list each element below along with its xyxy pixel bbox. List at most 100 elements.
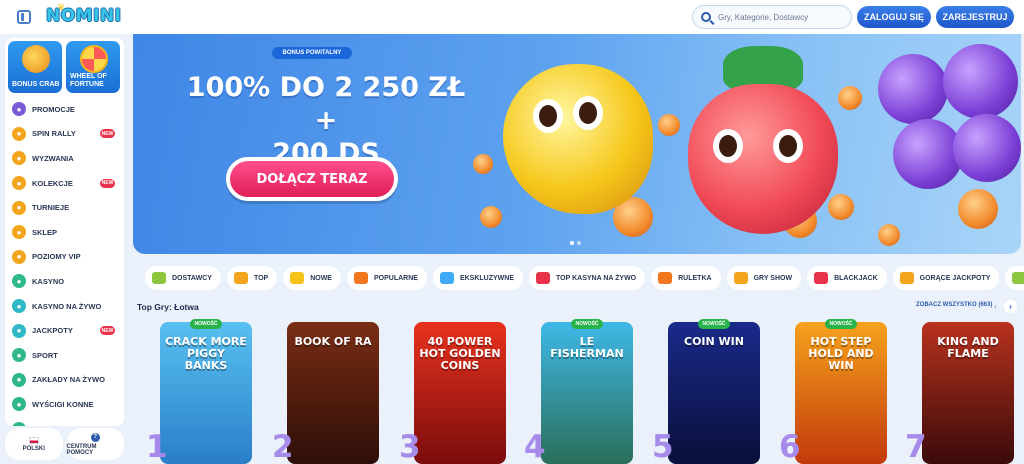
category-chip[interactable]: NOWE	[283, 266, 341, 290]
sidebar-item[interactable]: ● KOLEKCJE NEW	[5, 171, 124, 196]
search-input[interactable]	[718, 12, 838, 22]
game-title: 40 POWER HOT GOLDEN COINS	[419, 335, 501, 372]
eye-icon	[573, 96, 603, 130]
game-tile[interactable]: HOT STEP HOLD AND WIN	[795, 322, 887, 464]
sidebar-item[interactable]: ● ZAKŁADY NA ŻYWO	[5, 368, 124, 393]
game-tile[interactable]: BOOK OF RA	[287, 322, 379, 464]
sidebar-item[interactable]: ● KASYNO NA ŻYWO	[5, 294, 124, 319]
sidebar-item[interactable]: ● PROMOCJE	[5, 97, 124, 122]
sidebar-item-label: KASYNO	[32, 276, 65, 286]
see-all-link[interactable]: ZOBACZ WSZYSTKO (663)	[916, 302, 992, 308]
coin-icon	[878, 224, 900, 246]
rank-number: 6	[779, 429, 801, 464]
eye-icon	[773, 129, 803, 163]
search-box[interactable]	[692, 5, 852, 29]
sidebar-item[interactable]: ● WYZWANIA	[5, 146, 124, 171]
new-badge: NEW	[100, 326, 115, 336]
sidebar-item[interactable]: ● SPORTY WIRTUALNE	[5, 417, 124, 426]
language-button[interactable]: POLSKI	[5, 428, 63, 460]
game-title: CRACK MORE PIGGY BANKS	[165, 335, 247, 372]
top-header: ♛ NOMINI ZALOGUJ SIĘ ZAREJESTRUJ	[0, 0, 1024, 34]
welcome-banner[interactable]: BONUS POWITALNY 100% DO 2 250 ZŁ + 200 D…	[133, 34, 1021, 254]
sidebar-item-label: KASYNO NA ŻYWO	[32, 301, 102, 311]
help-center-button[interactable]: ? CENTRUM POMOCY	[66, 428, 124, 460]
sidebar-item[interactable]: ● JACKPOTY NEW	[5, 318, 124, 343]
login-button[interactable]: ZALOGUJ SIĘ	[857, 6, 931, 28]
carousel-dot[interactable]	[570, 241, 574, 245]
sidebar-item[interactable]: ● WYŚCIGI KONNE	[5, 392, 124, 417]
sidebar-item[interactable]: ● TURNIEJE	[5, 195, 124, 220]
category-label: POPULARNE	[373, 274, 418, 282]
category-chip[interactable]: GRY SHOW	[726, 266, 802, 290]
category-chip[interactable]: TOP KASYNA NA ŻYWO	[529, 266, 646, 290]
crab-icon	[22, 45, 50, 73]
new-badge: NOWOŚĆ	[190, 319, 222, 329]
slots-icon	[1012, 272, 1024, 284]
category-chip[interactable]: DOSTAWCY	[145, 266, 221, 290]
section-title: Top Gry: Łotwa	[137, 302, 199, 312]
lemon-character	[503, 64, 653, 214]
chevron-right-icon[interactable]: ›	[1004, 300, 1017, 313]
tile-label-line: BONUS CRAB	[12, 81, 60, 88]
live-bets-icon: ●	[12, 372, 26, 387]
sidebar-item[interactable]: ● KASYNO	[5, 269, 124, 294]
game-tile[interactable]: CRACK MORE PIGGY BANKS	[160, 322, 252, 464]
new-badge: NEW	[100, 129, 115, 139]
sidebar-item-label: ZAKŁADY NA ŻYWO	[32, 375, 105, 385]
grape-character	[953, 114, 1021, 182]
wheel-of-fortune-tile[interactable]: WHEEL OF FORTUNE	[66, 41, 120, 93]
game-title: COIN WIN	[684, 335, 744, 348]
fire-icon	[353, 272, 368, 284]
category-chip[interactable]: SLOTY	[1005, 266, 1024, 290]
sidebar-item[interactable]: ● SKLEP	[5, 220, 124, 245]
providers-icon	[152, 272, 166, 284]
wheel-icon	[80, 45, 108, 73]
coin-icon	[828, 194, 854, 220]
game-title: BOOK OF RA	[294, 335, 372, 348]
category-chip[interactable]: GORĄCE JACKPOTY	[892, 266, 1000, 290]
coin-icon	[958, 189, 998, 229]
grape-character	[893, 119, 963, 189]
live-casino-icon: ●	[12, 299, 26, 314]
category-chip[interactable]: RULETKA	[651, 266, 721, 290]
tile-label: BONUS CRAB	[12, 81, 59, 89]
game-tile[interactable]: KING AND FLAME	[922, 322, 1014, 464]
join-now-button[interactable]: DOŁĄCZ TERAZ	[226, 157, 398, 201]
sidebar-item[interactable]: ● SPORT	[5, 343, 124, 368]
cherry-icon: ●	[12, 274, 26, 289]
gift-icon: ●	[12, 102, 26, 117]
category-label: TOP	[253, 274, 269, 282]
category-chip[interactable]: BLACKJACK	[807, 266, 887, 290]
register-button[interactable]: ZAREJESTRUJ	[936, 6, 1014, 28]
sidebar-toggle-icon[interactable]	[17, 10, 31, 24]
sidebar-item[interactable]: ● SPIN RALLY NEW	[5, 122, 124, 147]
rank-number: 5	[652, 429, 674, 464]
vip-icon: ●	[12, 249, 26, 264]
cards-icon	[814, 272, 829, 284]
sidebar-item[interactable]: ● POZIOMY VIP	[5, 245, 124, 270]
category-label: EKSKLUZYWNE	[459, 274, 514, 282]
new-badge: NOWOŚĆ	[571, 319, 603, 329]
category-chip[interactable]: TOP	[226, 266, 278, 290]
category-chip[interactable]: EKSKLUZYWNE	[432, 266, 523, 290]
game-tile[interactable]: COIN WIN	[668, 322, 760, 464]
category-label: DOSTAWCY	[172, 274, 212, 282]
bonus-chip: BONUS POWITALNY	[272, 47, 352, 59]
rank-number: 3	[399, 429, 421, 464]
carousel-dot[interactable]	[577, 241, 581, 245]
category-chip[interactable]: POPULARNE	[346, 266, 427, 290]
coin-icon	[473, 154, 493, 174]
horse-icon: ●	[12, 397, 26, 412]
help-icon: ?	[90, 432, 100, 442]
chevron-left-icon[interactable]: ‹	[989, 300, 1002, 313]
bonus-crab-tile[interactable]: BONUS CRAB	[8, 41, 62, 93]
sidebar-item-label: POZIOMY VIP	[32, 252, 81, 262]
coin-icon	[480, 206, 502, 228]
logo[interactable]: NOMINI	[46, 6, 121, 26]
rally-icon: ●	[12, 126, 26, 141]
poland-flag-icon	[28, 436, 39, 444]
sidebar-item-label: SPORTY WIRTUALNE	[32, 425, 110, 426]
game-tile[interactable]: 40 POWER HOT GOLDEN COINS	[414, 322, 506, 464]
game-tile[interactable]: LE FISHERMAN	[541, 322, 633, 464]
rank-number: 7	[905, 429, 927, 464]
